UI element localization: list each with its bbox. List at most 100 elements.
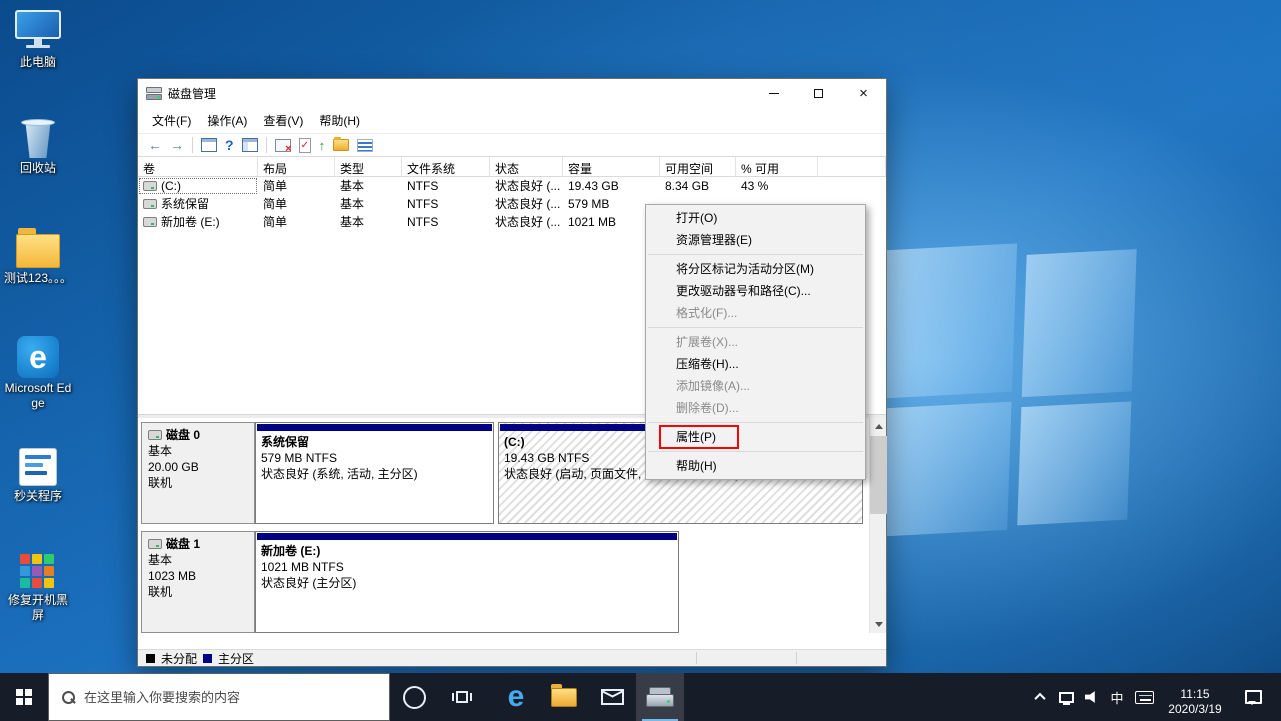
list-view-icon[interactable] [357,139,373,152]
window-title: 磁盘管理 [168,85,216,102]
partition-new-volume-e[interactable]: 新加卷 (E:) 1021 MB NTFS 状态良好 (主分区) [255,531,679,633]
menu-view[interactable]: 查看(V) [255,108,311,133]
menu-item-format: 格式化(F)... [646,302,865,324]
disk0-info[interactable]: 磁盘 0 基本 20.00 GB 联机 [141,422,255,524]
action-pane-icon[interactable] [242,138,258,152]
cortana-button[interactable] [390,673,438,721]
edge-icon [17,336,59,378]
status-bar: 未分配 主分区 [138,649,886,666]
taskbar-clock[interactable]: 11:15 2020/3/19 [1159,678,1231,717]
volume-icon [143,217,157,227]
desktop-icon-fix-bootscreen[interactable]: 修复开机黑屏 [2,554,74,623]
partition-system-reserved[interactable]: 系统保留 579 MB NTFS 状态良好 (系统, 活动, 主分区) [255,422,494,524]
scroll-up-icon[interactable] [870,418,887,435]
desktop-icon-seconds-app[interactable]: 秒关程序 [2,448,74,504]
menu-separator [648,451,863,452]
volume-context-menu: 打开(O) 资源管理器(E) 将分区标记为活动分区(M) 更改驱动器号和路径(C… [645,204,866,480]
column-header-free-space[interactable]: 可用空间 [660,157,736,177]
start-button[interactable] [0,673,48,721]
volume-row-c[interactable]: (C:) 简单 基本 NTFS 状态良好 (... 19.43 GB 8.34 … [138,177,886,195]
desktop-icon-edge[interactable]: Microsoft Edge [2,336,74,411]
screen-x-icon[interactable] [275,139,291,152]
edge-taskbar-button[interactable] [492,673,540,721]
disk-icon [148,430,162,440]
menu-file[interactable]: 文件(F) [144,108,199,133]
column-header-percent-free[interactable]: % 可用 [736,157,818,177]
search-icon [62,691,75,704]
check-document-icon[interactable] [299,138,311,153]
menu-item-shrink-volume[interactable]: 压缩卷(H)... [646,353,865,375]
console-tree-icon[interactable] [201,138,217,152]
desktop-icon-recycle-bin[interactable]: 回收站 [2,116,74,176]
this-pc-icon [15,10,61,52]
title-bar: 磁盘管理 [138,79,886,107]
menu-bar: 文件(F) 操作(A) 查看(V) 帮助(H) [138,107,886,133]
close-button[interactable] [841,79,886,107]
disk-management-taskbar-button[interactable] [636,673,684,721]
chevron-up-icon [1034,693,1045,704]
system-tray: 中 11:15 2020/3/19 [1027,673,1281,721]
menu-item-change-drive-letter[interactable]: 更改驱动器号和路径(C)... [646,280,865,302]
ime-indicator[interactable]: 中 [1105,673,1129,721]
desktop-icon-test-folder[interactable]: 测试123。。。 [2,226,74,286]
disk1-info[interactable]: 磁盘 1 基本 1023 MB 联机 [141,531,255,633]
volume-icon [143,199,157,209]
task-view-icon [452,689,472,705]
tray-overflow-button[interactable] [1027,673,1053,721]
back-icon[interactable] [148,138,162,152]
desktop-icon-label: 秒关程序 [14,489,62,504]
column-header-volume[interactable]: 卷 [138,157,258,177]
menu-item-mark-active[interactable]: 将分区标记为活动分区(M) [646,258,865,280]
scrollbar-thumb[interactable] [870,436,887,514]
legend-primary-label: 主分区 [218,650,254,667]
vertical-scrollbar[interactable] [869,418,886,633]
forward-icon[interactable] [170,138,184,152]
menu-item-open[interactable]: 打开(O) [646,207,865,229]
volume-list-header: 卷 布局 类型 文件系统 状态 容量 可用空间 % 可用 [138,157,886,177]
desktop-icon-label: 回收站 [20,161,56,176]
wallpaper-window-shape [869,237,1141,543]
action-center-button[interactable] [1231,673,1275,721]
column-header-layout[interactable]: 布局 [258,157,335,177]
menu-item-help[interactable]: 帮助(H) [646,455,865,477]
column-header-type[interactable]: 类型 [335,157,402,177]
network-icon [1059,692,1074,703]
volume-button[interactable] [1079,673,1105,721]
disk-management-app-icon [146,87,162,100]
recycle-bin-icon [21,116,55,158]
menu-help[interactable]: 帮助(H) [311,108,368,133]
taskbar: 中 11:15 2020/3/19 [0,673,1281,721]
task-view-button[interactable] [438,673,486,721]
close-icon [859,86,868,101]
legend-primary-swatch [203,654,212,663]
minimize-button[interactable] [751,79,796,107]
mail-button[interactable] [588,673,636,721]
desktop-icon-this-pc[interactable]: 此电脑 [2,10,74,70]
touch-keyboard-button[interactable] [1129,673,1159,721]
clock-date: 2020/3/19 [1159,702,1231,717]
menu-action[interactable]: 操作(A) [199,108,255,133]
folder-tool-icon[interactable] [333,139,349,151]
menu-item-explorer[interactable]: 资源管理器(E) [646,229,865,251]
colored-cube-icon [20,554,56,590]
scroll-down-icon[interactable] [870,616,887,633]
search-input[interactable] [84,690,364,705]
column-header-filesystem[interactable]: 文件系统 [402,157,490,177]
menu-item-properties[interactable]: 属性(P) [646,426,865,448]
file-explorer-button[interactable] [540,673,588,721]
column-header-capacity[interactable]: 容量 [563,157,660,177]
network-button[interactable] [1053,673,1079,721]
desktop-icon-label: 修复开机黑屏 [3,593,73,623]
volume-icon [143,181,157,191]
maximize-button[interactable] [796,79,841,107]
primary-partition-bar [257,533,677,540]
menu-item-delete-volume: 删除卷(D)... [646,397,865,419]
legend-unallocated-swatch [146,654,155,663]
desktop-icon-label: Microsoft Edge [3,381,73,411]
cortana-icon [403,686,426,709]
up-arrow-icon[interactable] [319,139,326,152]
taskbar-search[interactable] [48,673,390,721]
help-icon[interactable] [225,138,234,152]
edge-icon [508,682,525,712]
column-header-status[interactable]: 状态 [490,157,563,177]
